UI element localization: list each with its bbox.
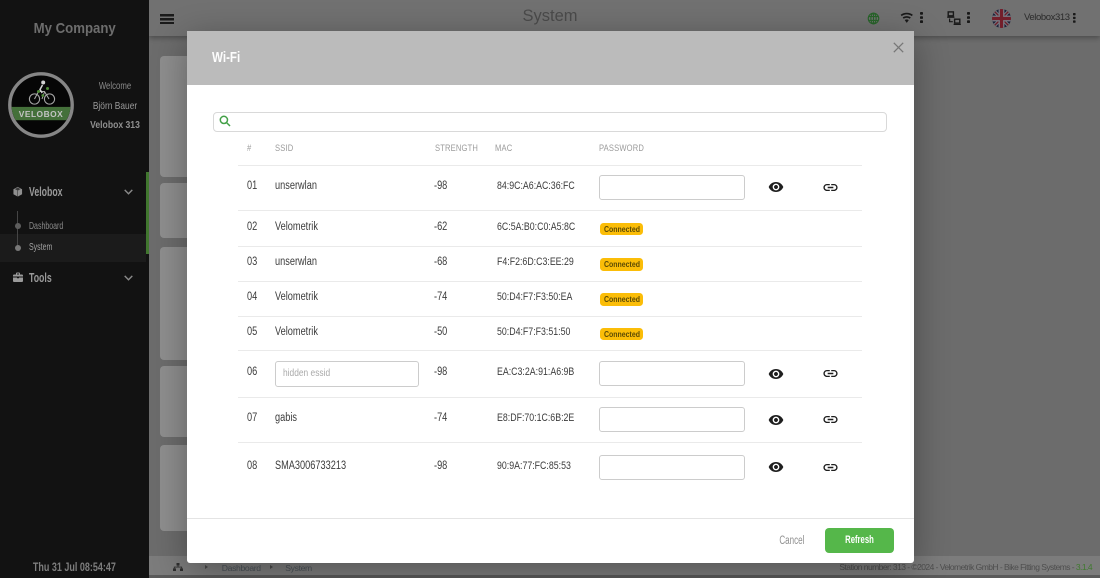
svg-text:VELOBOX: VELOBOX [19,109,63,119]
